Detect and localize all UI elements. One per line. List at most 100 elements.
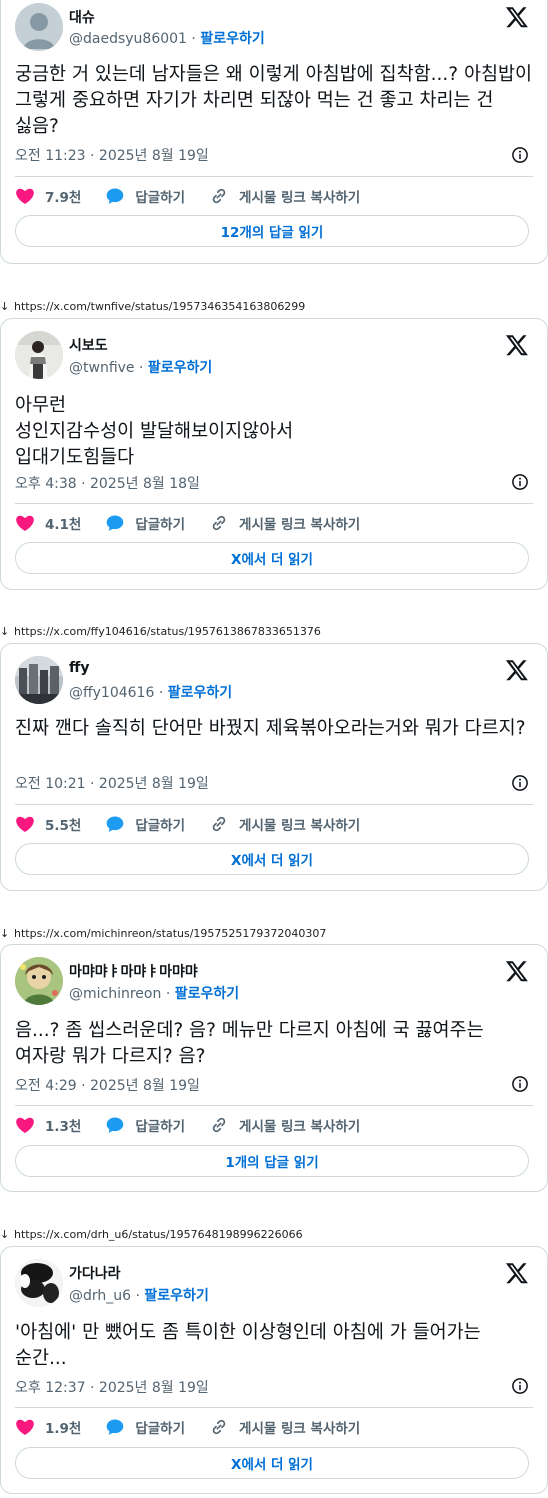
tweet-text: 아무런 성인지감수성이 발달해보이지않아서 입대기도힘들다 xyxy=(15,395,294,468)
x-logo-icon[interactable] xyxy=(505,959,529,983)
like-count: 5.5천 xyxy=(45,818,82,834)
author-handle[interactable]: @ffy104616 xyxy=(69,685,154,701)
author-handle[interactable]: @michinreon xyxy=(69,986,161,1002)
profile-photo-icon xyxy=(15,331,63,379)
source-url-line: ↓ https://x.com/ffy104616/status/19576138… xyxy=(0,623,321,641)
follow-button[interactable]: 팔로우하기 xyxy=(144,1288,208,1304)
copy-link-button[interactable]: 게시물 링크 복사하기 xyxy=(209,814,360,834)
x-logo-icon[interactable] xyxy=(505,1261,529,1285)
link-icon xyxy=(212,188,226,204)
tweet-timestamp[interactable]: 오후 12:37 · 2025년 8월 19일 xyxy=(15,1377,209,1397)
link-icon xyxy=(212,816,226,832)
copy-link-label: 게시물 링크 복사하기 xyxy=(239,190,361,206)
author-handle-line: @twnfive · 팔로우하기 xyxy=(69,357,212,377)
down-arrow-icon: ↓ xyxy=(0,927,10,940)
author-name[interactable]: 시보도 xyxy=(69,335,108,355)
like-button[interactable]: 1.9천 xyxy=(15,1417,81,1437)
copy-link-label: 게시물 링크 복사하기 xyxy=(239,517,361,533)
author-handle[interactable]: @twnfive xyxy=(69,360,135,376)
avatar[interactable] xyxy=(15,1259,63,1307)
down-arrow-icon: ↓ xyxy=(0,300,10,313)
action-bar: 1.3천 답글하기 게시물 링크 복사하기 xyxy=(15,1113,533,1137)
follow-button[interactable]: 팔로우하기 xyxy=(200,31,264,47)
copy-link-label: 게시물 링크 복사하기 xyxy=(239,1119,361,1135)
like-count: 4.1천 xyxy=(45,517,82,533)
tweet-text: 음...? 좀 씹스러운데? 음? 메뉴만 다르지 아침에 국 끓여주는 여자랑… xyxy=(15,1020,484,1067)
copy-link-label: 게시물 링크 복사하기 xyxy=(239,818,361,834)
read-replies-button[interactable]: 1개의 답글 읽기 xyxy=(15,1145,529,1177)
reply-bubble-icon xyxy=(107,816,124,832)
profile-photo-icon xyxy=(15,656,63,704)
info-icon[interactable] xyxy=(511,146,529,164)
link-icon xyxy=(212,1117,226,1133)
info-icon[interactable] xyxy=(511,1377,529,1395)
copy-link-button[interactable]: 게시물 링크 복사하기 xyxy=(209,513,360,533)
heart-icon xyxy=(16,1117,34,1133)
action-bar: 4.1천 답글하기 게시물 링크 복사하기 xyxy=(15,511,533,535)
action-bar: 7.9천 답글하기 게시물 링크 복사하기 xyxy=(15,184,533,208)
reply-button[interactable]: 답글하기 xyxy=(105,513,185,533)
author-name[interactable]: 가다나라 xyxy=(69,1263,121,1283)
read-more-button[interactable]: X에서 더 읽기 xyxy=(15,1447,529,1479)
author-handle[interactable]: @drh_u6 xyxy=(69,1288,131,1304)
x-logo-icon[interactable] xyxy=(505,658,529,682)
like-button[interactable]: 4.1천 xyxy=(15,513,81,533)
copy-link-label: 게시물 링크 복사하기 xyxy=(239,1421,361,1437)
x-logo-icon[interactable] xyxy=(505,5,529,29)
avatar[interactable] xyxy=(15,656,63,704)
like-button[interactable]: 7.9천 xyxy=(15,186,81,206)
read-more-button[interactable]: X에서 더 읽기 xyxy=(15,542,529,574)
info-icon[interactable] xyxy=(511,1075,529,1093)
follow-button[interactable]: 팔로우하기 xyxy=(148,360,212,376)
divider xyxy=(15,1105,533,1106)
reply-button[interactable]: 답글하기 xyxy=(105,186,185,206)
source-url[interactable]: https://x.com/michinreon/status/19575251… xyxy=(14,927,326,940)
follow-button[interactable]: 팔로우하기 xyxy=(175,986,239,1002)
author-name[interactable]: ffy xyxy=(69,660,89,676)
info-icon[interactable] xyxy=(511,774,529,792)
tweet-timestamp[interactable]: 오전 10:21 · 2025년 8월 19일 xyxy=(15,773,209,793)
like-count: 1.9천 xyxy=(45,1421,82,1437)
reply-button[interactable]: 답글하기 xyxy=(105,1417,185,1437)
separator: · xyxy=(165,986,171,1002)
read-more-button[interactable]: X에서 더 읽기 xyxy=(15,843,529,875)
reply-button[interactable]: 답글하기 xyxy=(105,1115,185,1135)
info-icon[interactable] xyxy=(511,473,529,491)
down-arrow-icon: ↓ xyxy=(0,1228,10,1241)
avatar[interactable] xyxy=(15,331,63,379)
source-url-line: ↓ https://x.com/twnfive/status/1957346354… xyxy=(0,298,305,316)
tweet-timestamp[interactable]: 오후 4:38 · 2025년 8월 18일 xyxy=(15,473,200,493)
source-url[interactable]: https://x.com/twnfive/status/19573463541… xyxy=(14,300,305,313)
like-button[interactable]: 1.3천 xyxy=(15,1115,81,1135)
tweet-timestamp[interactable]: 오전 4:29 · 2025년 8월 19일 xyxy=(15,1075,200,1095)
reply-label: 답글하기 xyxy=(135,1421,186,1437)
author-handle[interactable]: @daedsyu86001 xyxy=(69,31,187,47)
author-name[interactable]: 대슈 xyxy=(69,7,95,27)
copy-link-button[interactable]: 게시물 링크 복사하기 xyxy=(209,1115,360,1135)
reply-bubble-icon xyxy=(107,515,124,531)
x-logo-icon[interactable] xyxy=(505,333,529,357)
follow-button[interactable]: 팔로우하기 xyxy=(168,685,232,701)
author-handle-line: @ffy104616 · 팔로우하기 xyxy=(69,682,232,702)
divider xyxy=(15,176,533,177)
avatar[interactable] xyxy=(15,957,63,1005)
source-url[interactable]: https://x.com/drh_u6/status/195764819899… xyxy=(14,1228,303,1241)
default-avatar-icon xyxy=(15,3,63,51)
profile-photo-icon xyxy=(15,957,63,1005)
reply-button[interactable]: 답글하기 xyxy=(105,814,185,834)
tweet-timestamp[interactable]: 오전 11:23 · 2025년 8월 19일 xyxy=(15,145,209,165)
profile-photo-icon xyxy=(15,1259,63,1307)
separator: · xyxy=(158,685,164,701)
reply-label: 답글하기 xyxy=(135,517,186,533)
link-icon xyxy=(212,1419,226,1435)
read-replies-button[interactable]: 12개의 답글 읽기 xyxy=(15,215,529,247)
author-name[interactable]: 마먀먀ㅑ마먀ㅑ마먀먀 xyxy=(69,961,198,981)
tweet-card: 마먀먀ㅑ마먀ㅑ마먀먀 @michinreon · 팔로우하기 음...? 좀 씹… xyxy=(0,944,548,1192)
copy-link-button[interactable]: 게시물 링크 복사하기 xyxy=(209,186,360,206)
action-bar: 1.9천 답글하기 게시물 링크 복사하기 xyxy=(15,1415,533,1439)
avatar[interactable] xyxy=(15,3,63,51)
divider xyxy=(15,804,533,805)
like-button[interactable]: 5.5천 xyxy=(15,814,81,834)
source-url[interactable]: https://x.com/ffy104616/status/195761386… xyxy=(14,625,321,638)
copy-link-button[interactable]: 게시물 링크 복사하기 xyxy=(209,1417,360,1437)
